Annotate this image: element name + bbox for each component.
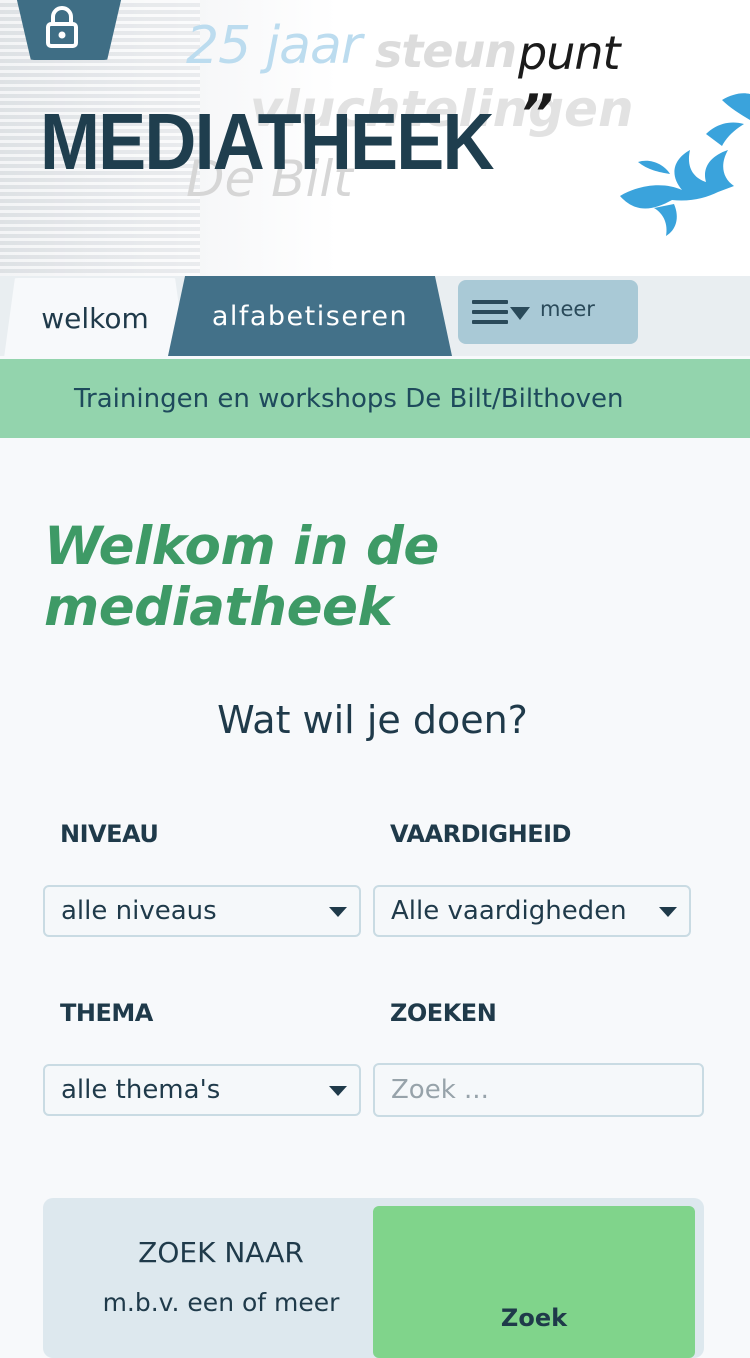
- niveau-select[interactable]: alle niveaus: [43, 885, 361, 937]
- niveau-select-value: alle niveaus: [61, 896, 217, 926]
- more-menu-button[interactable]: meer: [458, 280, 638, 344]
- vaardigheid-label: VAARDIGHEID: [390, 820, 571, 848]
- login-tab[interactable]: [16, 0, 122, 60]
- tab-welkom[interactable]: welkom: [4, 278, 186, 358]
- vaardigheid-select-value: Alle vaardigheden: [391, 896, 627, 926]
- tagline-steun: steun: [375, 24, 517, 78]
- thema-select-value: alle thema's: [61, 1075, 221, 1105]
- training-banner-link[interactable]: Trainingen en workshops De Bilt/Bilthove…: [0, 359, 750, 438]
- zoeken-label: ZOEKEN: [390, 999, 497, 1027]
- main-nav: welkom alfabetiseren meer: [0, 276, 750, 358]
- tab-alfabetiseren[interactable]: alfabetiseren: [168, 276, 452, 356]
- question-heading: Wat wil je doen?: [217, 698, 528, 742]
- tagline-punt: punt: [518, 26, 621, 80]
- chevron-down-icon: [659, 907, 677, 917]
- chevron-down-icon: [329, 1086, 347, 1096]
- caret-down-icon: [510, 306, 530, 320]
- lock-icon: [46, 6, 78, 48]
- site-logo[interactable]: MEDIATHEEK: [40, 96, 494, 188]
- page-title: Welkom in de mediatheek: [44, 516, 439, 638]
- tagline-quote: ”: [520, 84, 554, 144]
- search-button[interactable]: Zoek: [373, 1206, 695, 1358]
- site-header: 25 jaar steun punt vluchtelingen ” De Bi…: [0, 0, 750, 276]
- search-input[interactable]: [373, 1063, 704, 1117]
- hamburger-icon: [472, 300, 508, 324]
- niveau-label: NIVEAU: [60, 820, 159, 848]
- tagline-25-jaar: 25 jaar: [186, 16, 362, 76]
- search-panel-title: ZOEK NAAR: [138, 1236, 304, 1269]
- birds-icon: [620, 93, 750, 236]
- search-panel-subtitle: m.b.v. een of meer: [102, 1288, 340, 1317]
- thema-label: THEMA: [60, 999, 153, 1027]
- thema-select[interactable]: alle thema's: [43, 1064, 361, 1116]
- chevron-down-icon: [329, 907, 347, 917]
- more-menu-label: meer: [540, 297, 595, 321]
- search-panel: ZOEK NAAR m.b.v. een of meer Zoek: [43, 1198, 704, 1358]
- search-button-label: Zoek: [500, 1304, 568, 1332]
- vaardigheid-select[interactable]: Alle vaardigheden: [373, 885, 691, 937]
